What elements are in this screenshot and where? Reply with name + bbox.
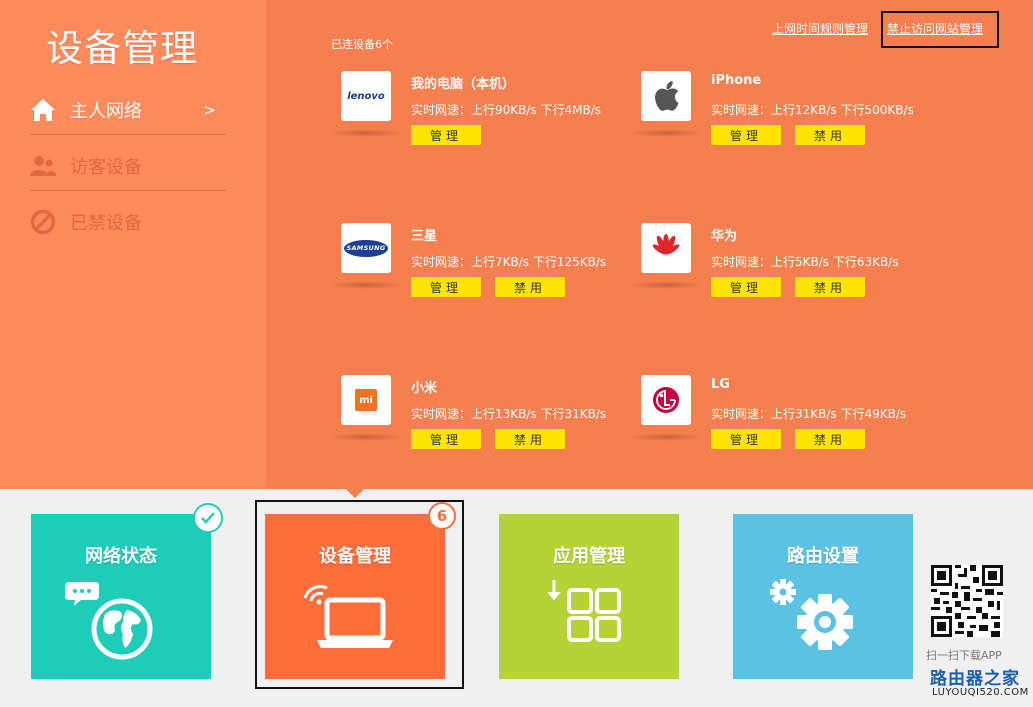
manage-button[interactable]: 管理 — [711, 125, 781, 145]
lg-icon — [641, 375, 691, 425]
home-icon — [30, 97, 56, 123]
sidebar-item-label: 访客设备 — [70, 157, 142, 178]
device-name: iPhone — [711, 73, 762, 88]
block-button[interactable]: 禁用 — [495, 277, 565, 297]
qr-caption: 扫一扫下载APP — [926, 649, 1002, 662]
manage-button[interactable]: 管理 — [411, 429, 481, 449]
tile-app-management[interactable]: 应用管理 — [499, 514, 679, 679]
device-card: mi 小米 实时网速：上行13KB/s 下行31KB/s 管理 禁用 — [329, 375, 631, 475]
sidebar-item-guest-devices[interactable]: 访客设备 — [30, 138, 226, 194]
sidebar: 设备管理 主人网络 > 访客设备 已禁设备 — [0, 0, 266, 489]
device-card: LG 实时网速：上行31KB/s 下行49KB/s 管理 禁用 — [629, 375, 931, 475]
divider — [30, 190, 226, 191]
sidebar-item-owner-network[interactable]: 主人网络 > — [30, 82, 226, 138]
check-icon — [193, 503, 223, 533]
device-speed: 实时网速：上行7KB/s 下行125KB/s — [411, 255, 607, 269]
manage-button[interactable]: 管理 — [711, 277, 781, 297]
brand-url: LUYOUQI520.COM — [932, 687, 1029, 698]
device-speed: 实时网速：上行13KB/s 下行31KB/s — [411, 407, 607, 421]
block-button[interactable]: 禁用 — [795, 277, 865, 297]
qr-code-icon — [931, 565, 1003, 637]
block-button[interactable]: 禁用 — [495, 429, 565, 449]
gears-icon — [763, 574, 883, 664]
chevron-right-icon: > — [203, 101, 216, 119]
xiaomi-logo-icon: mi — [341, 375, 391, 425]
apple-icon — [641, 71, 691, 121]
connected-count: 已连设备6个 — [331, 38, 393, 51]
brand-logo-text: 路由器之家 — [930, 669, 1020, 689]
device-name: 三星 — [411, 229, 438, 244]
apps-grid-icon — [529, 574, 649, 664]
block-button[interactable]: 禁用 — [795, 125, 865, 145]
shadow — [329, 129, 403, 137]
huawei-icon — [641, 223, 691, 273]
device-card: SAMSUNG 三星 实时网速：上行7KB/s 下行125KB/s 管理 禁用 — [329, 223, 631, 323]
device-speed: 实时网速：上行12KB/s 下行500KB/s — [711, 103, 914, 117]
users-icon — [30, 153, 56, 179]
sidebar-item-blocked-devices[interactable]: 已禁设备 — [30, 194, 226, 250]
device-name: 华为 — [711, 229, 738, 244]
blocked-icon — [30, 209, 56, 235]
divider — [30, 134, 226, 135]
tile-label: 网络状态 — [85, 546, 157, 567]
globe-chat-icon — [61, 574, 181, 664]
shadow — [329, 433, 403, 441]
shadow — [629, 281, 703, 289]
shadow — [629, 433, 703, 441]
sidebar-item-label: 主人网络 — [70, 101, 142, 122]
shadow — [629, 129, 703, 137]
tile-label: 路由设置 — [787, 546, 859, 567]
device-card: iPhone 实时网速：上行12KB/s 下行500KB/s 管理 禁用 — [629, 71, 931, 171]
device-speed: 实时网速：上行31KB/s 下行49KB/s — [711, 407, 907, 421]
manage-button[interactable]: 管理 — [711, 429, 781, 449]
samsung-logo-icon: SAMSUNG — [341, 223, 391, 273]
device-speed: 实时网速：上行90KB/s 下行4MB/s — [411, 103, 601, 117]
device-name: 小米 — [411, 381, 438, 396]
selected-tile-highlight — [255, 500, 464, 689]
device-speed: 实时网速：上行5KB/s 下行63KB/s — [711, 255, 899, 269]
manage-button[interactable]: 管理 — [411, 277, 481, 297]
selection-highlight — [881, 11, 999, 48]
sidebar-item-label: 已禁设备 — [70, 213, 142, 234]
device-card: lenovo 我的电脑（本机） 实时网速：上行90KB/s 下行4MB/s 管理 — [329, 71, 631, 171]
block-button[interactable]: 禁用 — [795, 429, 865, 449]
device-name: 我的电脑（本机） — [411, 77, 516, 92]
tile-network-status[interactable]: 网络状态 — [31, 514, 211, 679]
device-name: LG — [711, 377, 730, 392]
tile-label: 应用管理 — [553, 546, 625, 567]
tile-router-settings[interactable]: 路由设置 — [733, 514, 913, 679]
page-title: 设备管理 — [46, 27, 198, 70]
time-rules-link[interactable]: 上网时间规则管理 — [772, 20, 868, 37]
shadow — [329, 281, 403, 289]
device-card: 华为 实时网速：上行5KB/s 下行63KB/s 管理 禁用 — [629, 223, 931, 323]
active-tab-pointer — [346, 489, 364, 498]
device-count-badge: 6 — [428, 502, 456, 530]
manage-button[interactable]: 管理 — [411, 125, 481, 145]
lenovo-logo-icon: lenovo — [341, 71, 391, 121]
